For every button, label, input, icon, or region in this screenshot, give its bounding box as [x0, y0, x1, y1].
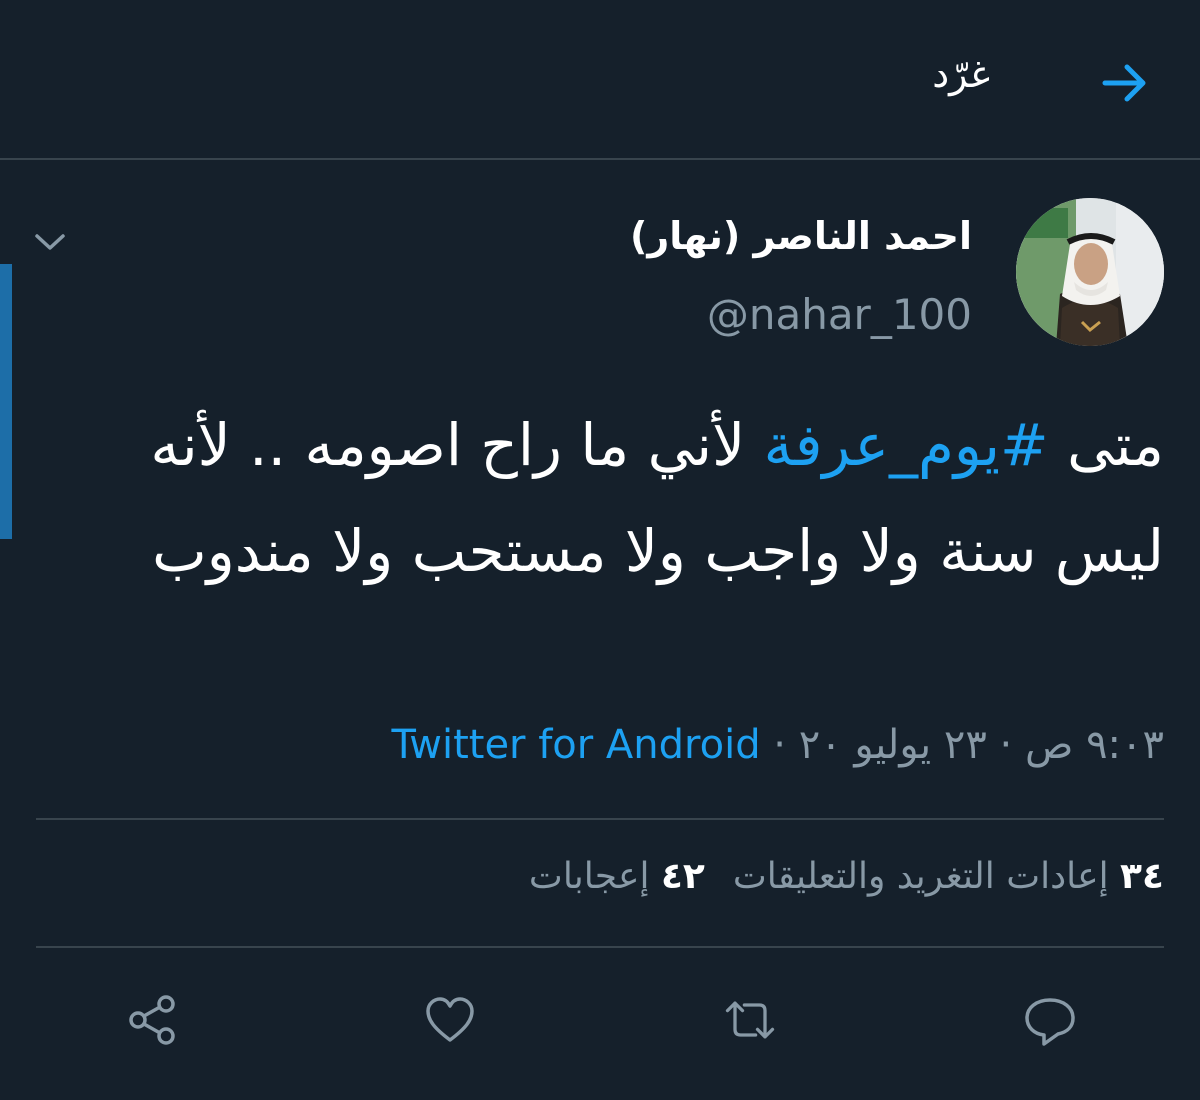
tweet-date: ٢٣ يوليو ٢٠: [798, 722, 987, 768]
retweets-count: ٣٤: [1120, 856, 1164, 897]
like-icon: [426, 997, 474, 1042]
tweet-text: متى #يوم_عرفة لأني ما راح اصومه .. لأنه …: [24, 392, 1164, 604]
arrow-right-icon: [1102, 64, 1146, 102]
tweet-stats: ٣٤ إعادات التغريد والتعليقات ٤٢ إعجابات: [529, 856, 1164, 897]
focus-accent-bar: [0, 264, 12, 539]
hashtag-link[interactable]: #يوم_عرفة: [764, 411, 1049, 479]
reply-icon: [1025, 998, 1075, 1046]
more-options-button[interactable]: [22, 222, 78, 262]
retweet-button[interactable]: [720, 990, 780, 1050]
divider: [36, 818, 1164, 820]
tweet-text-part: متى: [1048, 411, 1164, 479]
likes-count: ٤٢: [660, 856, 705, 897]
retweets-label: إعادات التغريد والتعليقات: [732, 856, 1109, 897]
chevron-down-icon: [35, 234, 65, 250]
meta-separator: ·: [986, 722, 1025, 768]
reply-button[interactable]: [1020, 990, 1080, 1050]
share-button[interactable]: [122, 990, 182, 1050]
tweet-source-link[interactable]: Twitter for Android: [391, 722, 760, 768]
meta-separator: ·: [760, 722, 799, 768]
tweet-meta: ٩:٠٣ ص · ٢٣ يوليو ٢٠ · Twitter for Andro…: [391, 722, 1164, 768]
retweet-icon: [725, 1001, 775, 1039]
share-icon: [129, 995, 175, 1045]
author-handle[interactable]: @nahar_100: [707, 290, 972, 339]
tweet-time: ٩:٠٣ ص: [1024, 722, 1164, 768]
top-bar: غرّد: [0, 0, 1200, 160]
likes-stat[interactable]: ٤٢ إعجابات: [529, 856, 705, 897]
avatar-image: [1016, 198, 1164, 346]
like-button[interactable]: [420, 990, 480, 1050]
avatar[interactable]: [1016, 198, 1164, 346]
author-name[interactable]: احمد الناصر (نهار): [630, 214, 972, 258]
back-button[interactable]: [1090, 48, 1160, 118]
page-title: غرّد: [932, 52, 990, 96]
likes-label: إعجابات: [528, 856, 650, 897]
retweets-stat[interactable]: ٣٤ إعادات التغريد والتعليقات: [733, 856, 1164, 897]
divider: [36, 946, 1164, 948]
